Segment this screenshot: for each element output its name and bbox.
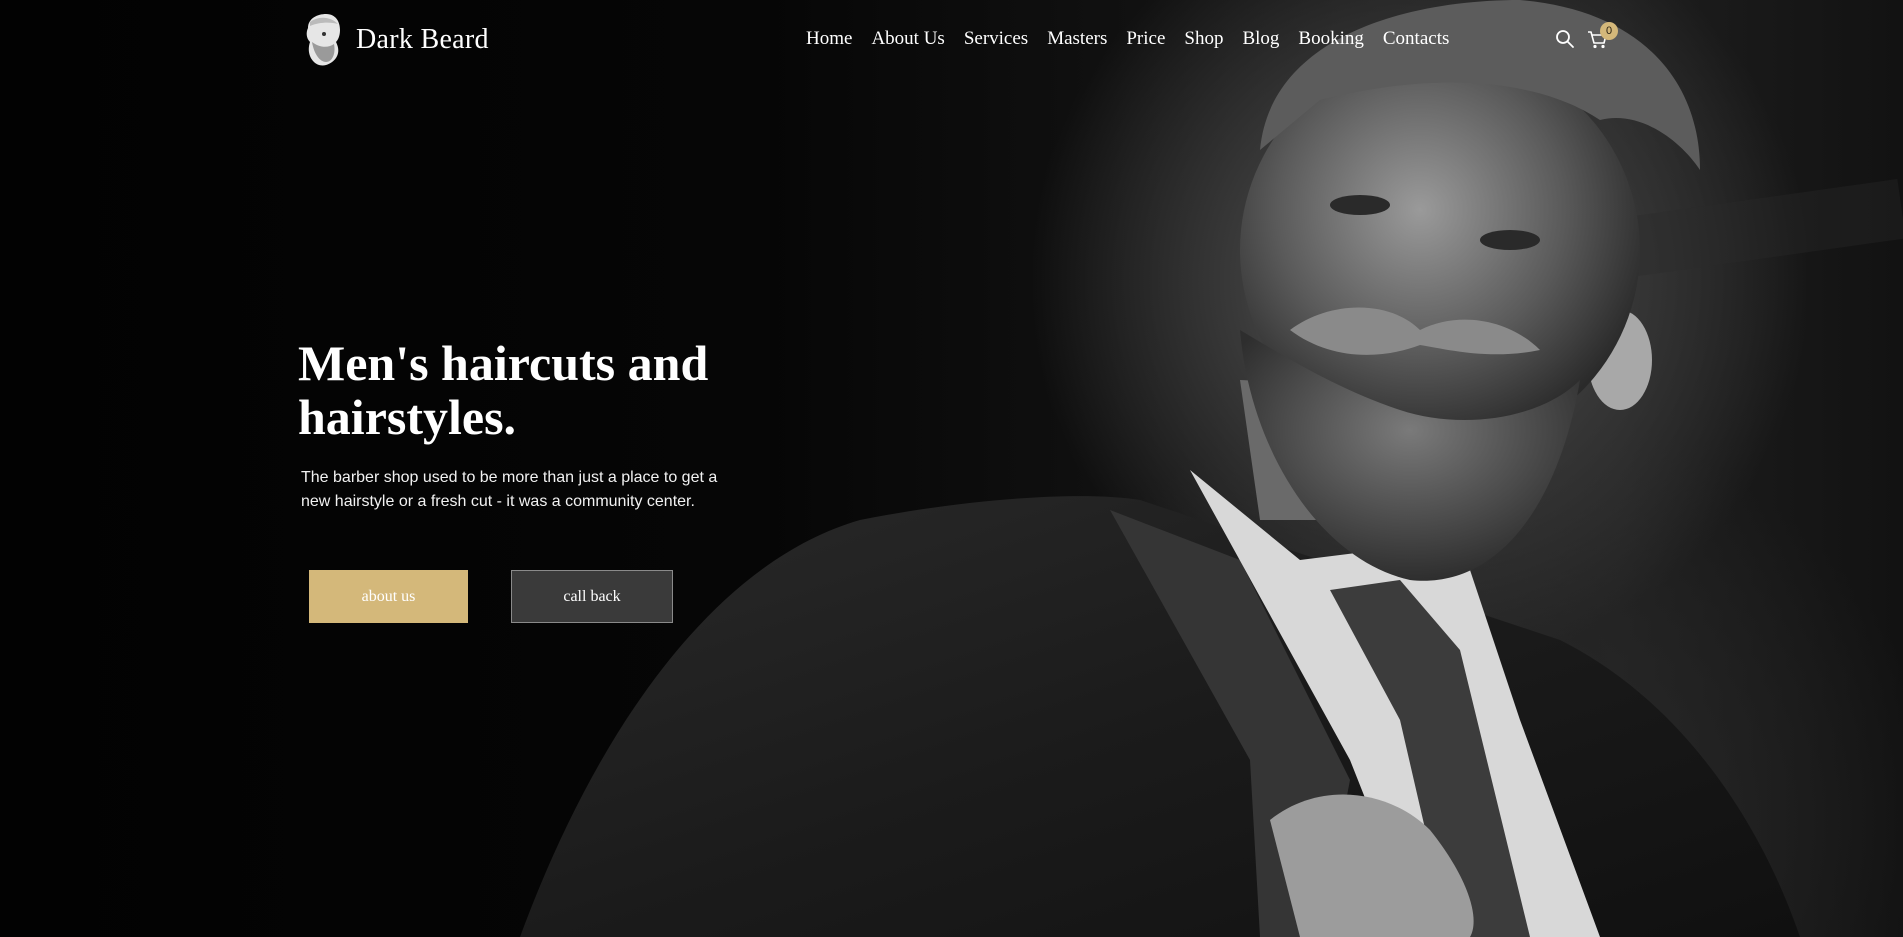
nav-item-blog[interactable]: Blog <box>1242 28 1279 50</box>
cart-button[interactable]: 0 <box>1586 22 1618 50</box>
nav-item-price[interactable]: Price <box>1126 28 1165 50</box>
nav-item-about-us[interactable]: About Us <box>871 28 944 50</box>
brand-name: Dark Beard <box>356 24 489 55</box>
hero-section <box>0 0 1903 937</box>
nav-item-masters[interactable]: Masters <box>1047 28 1107 50</box>
nav-item-home[interactable]: Home <box>806 28 852 50</box>
nav-item-contacts[interactable]: Contacts <box>1383 28 1450 50</box>
nav-item-shop[interactable]: Shop <box>1184 28 1223 50</box>
hero-title: Men's haircuts and hairstyles. <box>298 336 818 444</box>
hero-photo-bearded-man <box>520 0 1903 937</box>
hero-description: The barber shop used to be more than jus… <box>301 469 718 510</box>
cart-count-badge: 0 <box>1600 22 1618 40</box>
search-icon[interactable] <box>1554 28 1576 50</box>
site-logo[interactable]: Dark Beard <box>300 12 489 68</box>
nav-item-booking[interactable]: Booking <box>1298 28 1363 50</box>
about-us-button[interactable]: about us <box>309 570 468 623</box>
main-nav: Home About Us Services Masters Price Sho… <box>806 28 1449 50</box>
nav-item-services[interactable]: Services <box>964 28 1028 50</box>
hero-title-line-2: hairstyles. <box>298 389 517 445</box>
bearded-man-head-icon <box>306 14 340 66</box>
call-back-button[interactable]: call back <box>511 570 673 623</box>
header-icons: 0 <box>1554 22 1618 50</box>
hero-title-line-1: Men's haircuts and <box>298 335 709 391</box>
